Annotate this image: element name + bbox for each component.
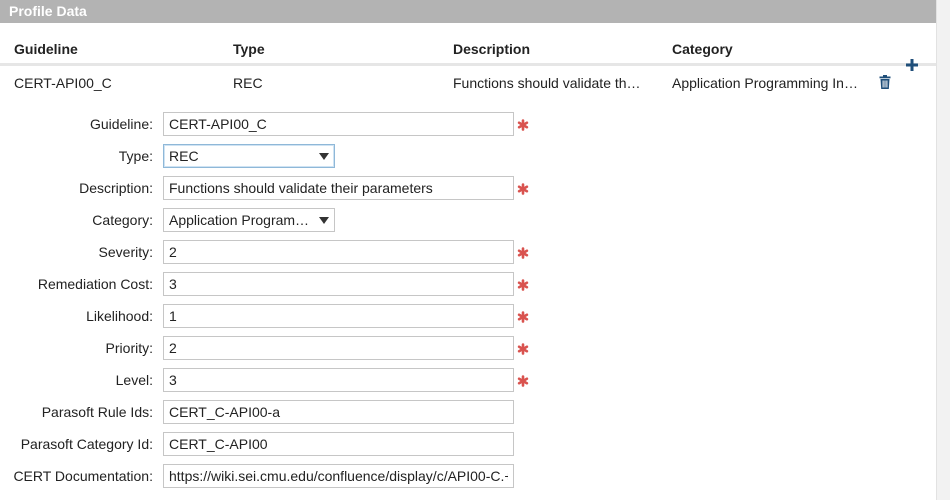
chevron-down-icon xyxy=(319,217,329,224)
category-label: Category: xyxy=(92,212,153,228)
likelihood-label: Likelihood: xyxy=(86,308,153,324)
column-header-guideline[interactable]: Guideline xyxy=(14,41,78,57)
chevron-down-icon xyxy=(319,153,329,160)
cert-documentation-input[interactable] xyxy=(163,464,514,488)
asterisk-icon xyxy=(517,279,529,291)
severity-label: Severity: xyxy=(98,244,153,260)
asterisk-icon xyxy=(517,119,529,131)
asterisk-icon xyxy=(517,247,529,259)
asterisk-icon xyxy=(517,375,529,387)
asterisk-icon xyxy=(517,343,529,355)
asterisk-icon xyxy=(517,311,529,323)
parasoft-rule-ids-label: Parasoft Rule Ids: xyxy=(41,404,153,420)
priority-input[interactable] xyxy=(163,336,514,360)
remediation-cost-input[interactable] xyxy=(163,272,514,296)
level-label: Level: xyxy=(115,372,153,388)
table-row[interactable]: CERT-API00_C REC Functions should valida… xyxy=(0,66,936,100)
severity-input[interactable] xyxy=(163,240,514,264)
priority-label: Priority: xyxy=(105,340,153,356)
parasoft-rule-ids-input[interactable] xyxy=(163,400,514,424)
description-input[interactable] xyxy=(163,176,514,200)
category-select[interactable]: Application Program… xyxy=(163,208,335,232)
panel-title: Profile Data xyxy=(0,0,936,23)
type-select[interactable]: REC xyxy=(163,144,335,168)
cell-type: REC xyxy=(233,75,263,91)
parasoft-category-id-input[interactable] xyxy=(163,432,514,456)
cert-documentation-label: CERT Documentation: xyxy=(13,468,153,484)
guideline-input[interactable] xyxy=(163,112,514,136)
description-label: Description: xyxy=(79,180,153,196)
plus-icon[interactable] xyxy=(905,58,919,72)
column-header-category[interactable]: Category xyxy=(672,41,733,57)
remediation-cost-label: Remediation Cost: xyxy=(37,276,153,292)
guideline-label: Guideline: xyxy=(89,116,153,132)
asterisk-icon xyxy=(517,183,529,195)
cell-category: Application Programming In… xyxy=(672,75,858,91)
category-select-value: Application Program… xyxy=(169,212,310,228)
cell-description: Functions should validate th… xyxy=(453,75,641,91)
trash-icon[interactable] xyxy=(879,75,891,89)
table-header: Guideline Type Description Category xyxy=(0,23,936,66)
likelihood-input[interactable] xyxy=(163,304,514,328)
column-header-type[interactable]: Type xyxy=(233,41,265,57)
type-select-value: REC xyxy=(169,148,199,164)
column-header-description[interactable]: Description xyxy=(453,41,530,57)
type-label: Type: xyxy=(118,148,153,164)
parasoft-category-id-label: Parasoft Category Id: xyxy=(20,436,153,452)
cell-guideline: CERT-API00_C xyxy=(14,75,112,91)
level-input[interactable] xyxy=(163,368,514,392)
scroll-gutter xyxy=(936,0,950,500)
